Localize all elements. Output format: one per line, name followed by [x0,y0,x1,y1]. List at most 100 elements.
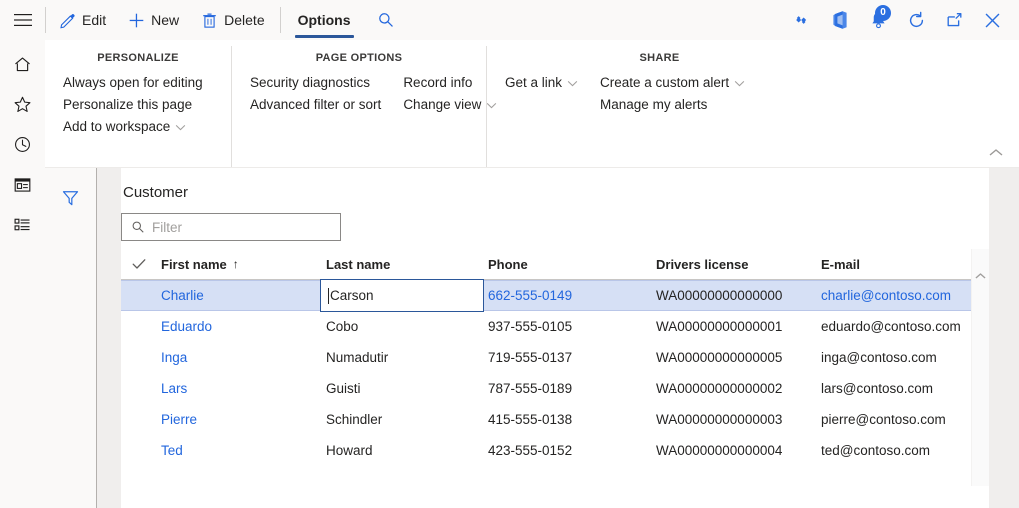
text-cursor [328,287,329,304]
nav-modules[interactable] [0,206,45,246]
ribbon-link-label: Manage my alerts [600,97,708,112]
cell-last-name[interactable]: Numadutir [322,350,484,365]
new-button[interactable]: New [117,0,190,40]
cell-email[interactable]: ted@contoso.com [817,443,971,458]
ribbon-group-personalize: PERSONALIZE Always open for editing Pers… [45,46,231,167]
delete-button[interactable]: Delete [190,0,275,40]
cell-phone[interactable]: 662-555-0149 [484,288,652,303]
table-row[interactable]: Lars Guisti 787-555-0189 WA0000000000000… [121,373,971,404]
search-icon[interactable] [364,0,408,40]
cell-first-name[interactable]: Ted [157,443,322,458]
ribbon-link-personalize-this-page[interactable]: Personalize this page [59,94,207,116]
cell-email[interactable]: lars@contoso.com [817,381,971,396]
column-header-label: Last name [326,256,391,272]
edit-button-label: Edit [82,12,107,28]
cell-email[interactable]: pierre@contoso.com [817,412,971,427]
table-row[interactable]: Charlie Carson 662-555-0149 WA0000000000… [121,279,971,312]
cell-last-name[interactable]: Howard [322,443,484,458]
ribbon-link-advanced-filter-or-sort[interactable]: Advanced filter or sort [246,94,385,116]
cell-drivers-license[interactable]: WA00000000000005 [652,350,817,365]
cell-drivers-license[interactable]: WA00000000000003 [652,412,817,427]
cell-last-name[interactable]: Guisti [322,381,484,396]
cell-drivers-license[interactable]: WA00000000000004 [652,443,817,458]
chevron-down-icon [175,124,186,131]
column-header-phone[interactable]: Phone [484,257,652,272]
notification-count-badge: 0 [875,5,891,21]
column-header-first-name[interactable]: First name ↑ [157,257,322,272]
grid-bottom-padding [121,486,989,508]
command-bar-divider [45,7,46,33]
ribbon-column: Get a link [501,72,582,116]
cell-last-name[interactable]: Schindler [322,412,484,427]
cell-first-name[interactable]: Pierre [157,412,322,427]
table-vertical-scrollbar[interactable] [971,249,989,486]
workspaces-icon [13,176,32,197]
cell-first-name[interactable]: Inga [157,350,322,365]
nav-home[interactable] [0,46,45,86]
table-row[interactable]: Ted Howard 423-555-0152 WA00000000000004… [121,435,971,466]
cell-phone[interactable]: 423-555-0152 [484,443,652,458]
filter-input[interactable]: Filter [121,213,341,241]
last-name-edit-input[interactable]: Carson [320,279,484,312]
cell-phone[interactable]: 415-555-0138 [484,412,652,427]
application-body: PERSONALIZE Always open for editing Pers… [0,40,1019,508]
cell-phone[interactable]: 719-555-0137 [484,350,652,365]
chevron-down-icon [734,80,745,87]
cell-phone[interactable]: 787-555-0189 [484,381,652,396]
ribbon-link-create-a-custom-alert[interactable]: Create a custom alert [596,72,749,94]
filter-rail [45,168,97,508]
ribbon-link-label: Advanced filter or sort [250,97,382,112]
notifications-bell-icon[interactable]: 0 [859,0,897,40]
ribbon-link-add-to-workspace[interactable]: Add to workspace [59,116,207,138]
cell-last-name-editing[interactable]: Carson [320,279,484,312]
nav-favorites[interactable] [0,86,45,126]
ribbon-link-security-diagnostics[interactable]: Security diagnostics [246,72,385,94]
trash-icon [201,12,218,29]
scroll-up-chevron-icon[interactable] [972,267,989,285]
cell-first-name[interactable]: Lars [157,381,322,396]
ribbon-link-always-open-for-editing[interactable]: Always open for editing [59,72,207,94]
ribbon-group-page-options: PAGE OPTIONS Security diagnostics Advanc… [231,46,497,167]
ribbon-collapse-button[interactable] [983,141,1009,163]
cell-phone[interactable]: 937-555-0105 [484,319,652,334]
cell-last-name[interactable]: Cobo [322,319,484,334]
application-window: Edit New Delete Options 0 PERSONALIZE Al… [0,0,1019,508]
pencil-icon [59,12,76,29]
column-header-drivers-license[interactable]: Drivers license [652,257,817,272]
close-icon[interactable] [973,0,1011,40]
nav-recent[interactable] [0,126,45,166]
cell-email[interactable]: inga@contoso.com [817,350,971,365]
tab-options[interactable]: Options [285,0,364,40]
table-row[interactable]: Pierre Schindler 415-555-0138 WA00000000… [121,404,971,435]
ribbon-link-label: Personalize this page [63,97,193,112]
nav-workspaces[interactable] [0,166,45,206]
options-ribbon: PERSONALIZE Always open for editing Pers… [45,40,1019,168]
ribbon-group-page-options-title: PAGE OPTIONS [315,52,403,64]
page-area: Customer Filter First name ↑ Last name P… [45,168,1019,508]
cell-email[interactable]: charlie@contoso.com [817,288,971,303]
table-row[interactable]: Inga Numadutir 719-555-0137 WA0000000000… [121,342,971,373]
cell-email[interactable]: eduardo@contoso.com [817,319,971,334]
ribbon-column: Security diagnostics Advanced filter or … [246,72,385,116]
column-header-last-name[interactable]: Last name [322,257,484,272]
edit-button[interactable]: Edit [48,0,117,40]
cell-first-name[interactable]: Charlie [157,288,322,303]
column-header-label: Phone [488,256,528,272]
ribbon-link-get-a-link[interactable]: Get a link [501,72,582,94]
popout-window-icon[interactable] [935,0,973,40]
cell-drivers-license[interactable]: WA00000000000002 [652,381,817,396]
dynamics-diamond-icon[interactable] [783,0,821,40]
column-header-email[interactable]: E-mail [817,257,971,272]
select-all-checkmark-icon[interactable] [121,258,157,270]
cell-drivers-license[interactable]: WA00000000000001 [652,319,817,334]
table-row[interactable]: Eduardo Cobo 937-555-0105 WA000000000000… [121,311,971,342]
filter-funnel-icon[interactable] [56,184,86,212]
last-name-edit-value: Carson [330,288,374,303]
refresh-icon[interactable] [897,0,935,40]
hamburger-menu-icon[interactable] [0,0,45,40]
cell-first-name[interactable]: Eduardo [157,319,322,334]
ribbon-link-label: Add to workspace [63,119,171,134]
ribbon-link-manage-my-alerts[interactable]: Manage my alerts [596,94,749,116]
cell-drivers-license[interactable]: WA00000000000000 [652,288,817,303]
office-app-launcher-icon[interactable] [821,0,859,40]
